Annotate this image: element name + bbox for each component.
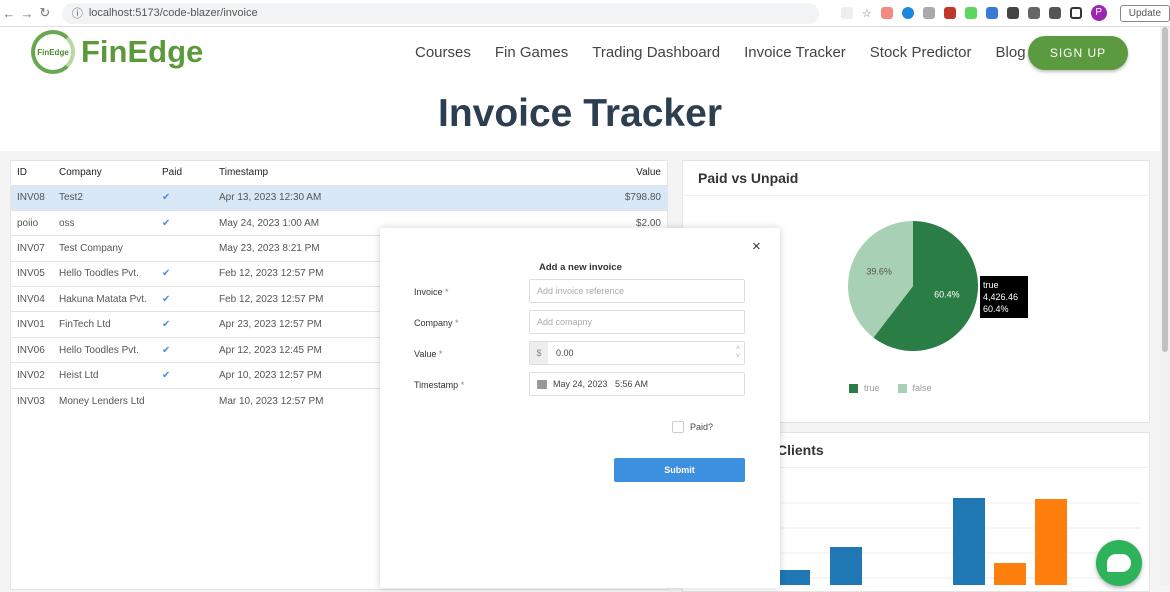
bar[interactable] [994, 563, 1026, 585]
invoice-input[interactable]: Add invoice reference [529, 279, 745, 303]
page-scrollbar[interactable] [1160, 27, 1170, 585]
bar[interactable] [1035, 499, 1067, 585]
invoice-label: Invoice * [414, 287, 449, 297]
bar[interactable] [778, 570, 810, 585]
value-text: 0.00 [556, 348, 574, 358]
stepper-icon[interactable]: ˄ ˅ [736, 345, 740, 361]
value-label: Value * [414, 349, 443, 359]
paid-checkbox[interactable] [672, 421, 684, 433]
timestamp-text: May 24, 2023 5:56 AM [553, 379, 649, 389]
timestamp-label: Timestamp * [414, 380, 465, 390]
chat-button[interactable] [1096, 540, 1142, 586]
calendar-icon [537, 379, 547, 389]
company-input[interactable]: Add comapny [529, 310, 745, 334]
submit-button[interactable]: Submit [614, 458, 745, 482]
timestamp-input[interactable]: May 24, 2023 5:56 AM [529, 372, 745, 396]
paid-label[interactable]: Paid? [690, 422, 713, 432]
bar[interactable] [953, 498, 985, 585]
close-icon[interactable]: × [752, 238, 761, 255]
add-invoice-modal: × Add a new invoice Invoice * Add invoic… [380, 228, 780, 588]
modal-title: Add a new invoice [539, 262, 622, 273]
company-label: Company * [414, 318, 459, 328]
value-input[interactable]: $0.00 ˄ ˅ [529, 341, 745, 365]
currency-addon: $ [530, 342, 548, 364]
chat-icon [1107, 554, 1131, 572]
scrollbar-thumb[interactable] [1162, 27, 1168, 352]
bar[interactable] [830, 547, 862, 585]
